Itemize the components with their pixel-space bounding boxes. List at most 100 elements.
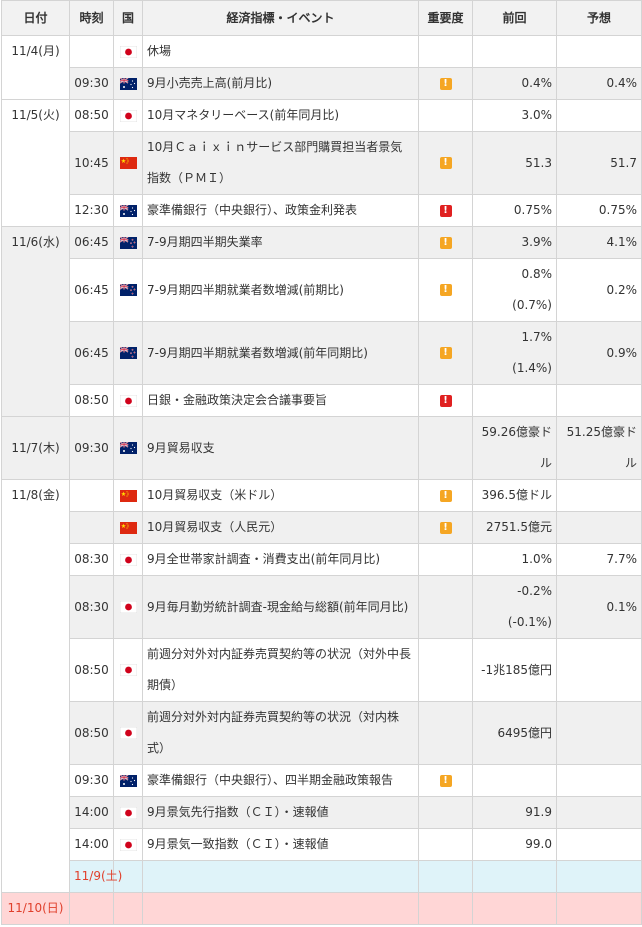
- event-cell: 10月貿易収支（米ドル）: [142, 479, 419, 512]
- header-previous: 前回: [472, 0, 557, 36]
- header-date: 日付: [1, 0, 70, 36]
- country-cell: [113, 226, 143, 259]
- event-cell: 10月マネタリーベース(前年同月比): [142, 99, 419, 132]
- importance-cell: [418, 638, 473, 702]
- time-cell: [69, 892, 114, 925]
- previous-cell: 1.7% (1.4%): [472, 321, 557, 385]
- forecast-cell: 0.9%: [556, 321, 642, 385]
- time-cell: 08:30: [69, 575, 114, 639]
- previous-cell: 0.75%: [472, 194, 557, 227]
- country-cell: [113, 892, 143, 925]
- event-cell: 7-9月期四半期失業率: [142, 226, 419, 259]
- previous-cell: 0.8% (0.7%): [472, 258, 557, 322]
- table-row: 12:30 豪準備銀行（中央銀行）、政策金利発表 ! 0.75% 0.75%: [2, 194, 642, 227]
- time-cell: [69, 511, 114, 544]
- forecast-cell: [556, 35, 642, 68]
- cn-flag-icon: [119, 521, 137, 534]
- forecast-cell: [556, 511, 642, 544]
- importance-cell: [418, 543, 473, 576]
- table-row-sunday: 11/10(日): [1, 892, 642, 925]
- time-cell: 12:30: [69, 194, 114, 227]
- jp-flag-icon: [119, 109, 137, 122]
- jp-flag-icon: [119, 664, 137, 676]
- country-cell: [113, 99, 143, 132]
- previous-cell: 91.9: [472, 796, 557, 829]
- event-cell: 9月全世帯家計調査・消費支出(前年同月比): [142, 543, 419, 576]
- jp-flag-icon: [119, 394, 137, 407]
- forecast-cell: [556, 638, 642, 702]
- country-cell: [113, 67, 143, 100]
- date-cell: 11/10(日): [1, 892, 70, 925]
- time-cell: 09:30: [69, 764, 114, 797]
- event-cell: 日銀・金融政策決定会合議事要旨: [142, 384, 419, 417]
- table-row: 14:00 9月景気一致指数（ＣＩ）・速報値 99.0: [2, 828, 642, 861]
- country-cell: [113, 543, 143, 576]
- previous-revised-value: (1.4%): [512, 361, 552, 375]
- header-importance: 重要度: [418, 0, 473, 36]
- time-cell: 08:50: [69, 701, 114, 765]
- country-cell: [113, 575, 143, 639]
- header-event: 経済指標・イベント: [142, 0, 419, 36]
- country-cell: [113, 796, 143, 829]
- event-cell: 9月小売売上高(前月比): [142, 67, 419, 100]
- forecast-cell: 7.7%: [556, 543, 642, 576]
- forecast-cell: [556, 764, 642, 797]
- previous-value: -0.2%: [517, 584, 552, 598]
- importance-cell: [418, 416, 473, 480]
- jp-flag-icon: [119, 601, 137, 613]
- importance-cell: !: [418, 226, 473, 259]
- forecast-cell: [556, 796, 642, 829]
- importance-cell: [418, 892, 473, 925]
- header-forecast: 予想: [556, 0, 642, 36]
- country-cell: [142, 860, 419, 893]
- previous-cell: [472, 384, 557, 417]
- forecast-cell: [556, 701, 642, 765]
- importance-cell: !: [418, 384, 473, 417]
- forecast-cell: [556, 828, 642, 861]
- importance-mid-icon: !: [439, 489, 452, 502]
- country-cell: [113, 384, 143, 417]
- table-row: 08:30 9月全世帯家計調査・消費支出(前年同月比) 1.0% 7.7%: [2, 543, 642, 576]
- country-cell: [113, 701, 143, 765]
- forecast-cell: 0.2%: [556, 258, 642, 322]
- country-cell: [113, 131, 143, 195]
- jp-flag-icon: [119, 45, 137, 58]
- country-cell: [113, 35, 143, 68]
- forecast-cell: 4.1%: [556, 226, 642, 259]
- table-row: 09:30 9月小売売上高(前月比) ! 0.4% 0.4%: [2, 67, 642, 100]
- time-cell: 06:45: [69, 321, 114, 385]
- previous-cell: [472, 892, 557, 925]
- previous-cell: 6495億円: [472, 701, 557, 765]
- time-cell: [69, 35, 114, 68]
- importance-mid-icon: !: [439, 236, 452, 249]
- event-cell: 7-9月期四半期就業者数増減(前年同期比): [142, 321, 419, 385]
- previous-cell: 396.5億ドル: [472, 479, 557, 512]
- jp-flag-icon: [119, 553, 137, 566]
- importance-cell: [418, 701, 473, 765]
- previous-revised-value: (0.7%): [512, 298, 552, 312]
- time-cell: 08:30: [69, 543, 114, 576]
- table-row: 14:00 9月景気先行指数（ＣＩ）・速報値 91.9: [2, 796, 642, 829]
- table-row: 06:45 7-9月期四半期就業者数増減(前年同期比) ! 1.7% (1.4%)…: [2, 321, 642, 385]
- cn-flag-icon: [119, 489, 137, 502]
- time-cell: 08:50: [69, 638, 114, 702]
- importance-mid-icon: !: [439, 521, 452, 534]
- table-row: 10:45 10月Ｃａｉｘｉｎサービス部門購買担当者景気指数（ＰＭＩ） ! 51…: [2, 131, 642, 195]
- importance-cell: !: [418, 67, 473, 100]
- importance-cell: !: [418, 321, 473, 385]
- table-row: 06:45 7-9月期四半期就業者数増減(前期比) ! 0.8% (0.7%) 0…: [2, 258, 642, 322]
- country-cell: [113, 511, 143, 544]
- date-cell: 11/7(木): [1, 416, 70, 480]
- forecast-cell: [556, 479, 642, 512]
- previous-cell: [472, 35, 557, 68]
- importance-mid-icon: !: [439, 774, 452, 787]
- nz-flag-icon: [119, 236, 137, 249]
- importance-cell: [418, 99, 473, 132]
- importance-mid-icon: !: [439, 157, 452, 169]
- table-header-row: 日付 時刻 国 経済指標・イベント 重要度 前回 予想: [1, 0, 642, 36]
- cn-flag-icon: [119, 157, 137, 169]
- event-cell: 休場: [142, 35, 419, 68]
- country-cell: [113, 764, 143, 797]
- economic-calendar-table: 日付 時刻 国 経済指標・イベント 重要度 前回 予想 11/4(月) 休場 0…: [1, 0, 642, 925]
- previous-cell: 3.9%: [472, 226, 557, 259]
